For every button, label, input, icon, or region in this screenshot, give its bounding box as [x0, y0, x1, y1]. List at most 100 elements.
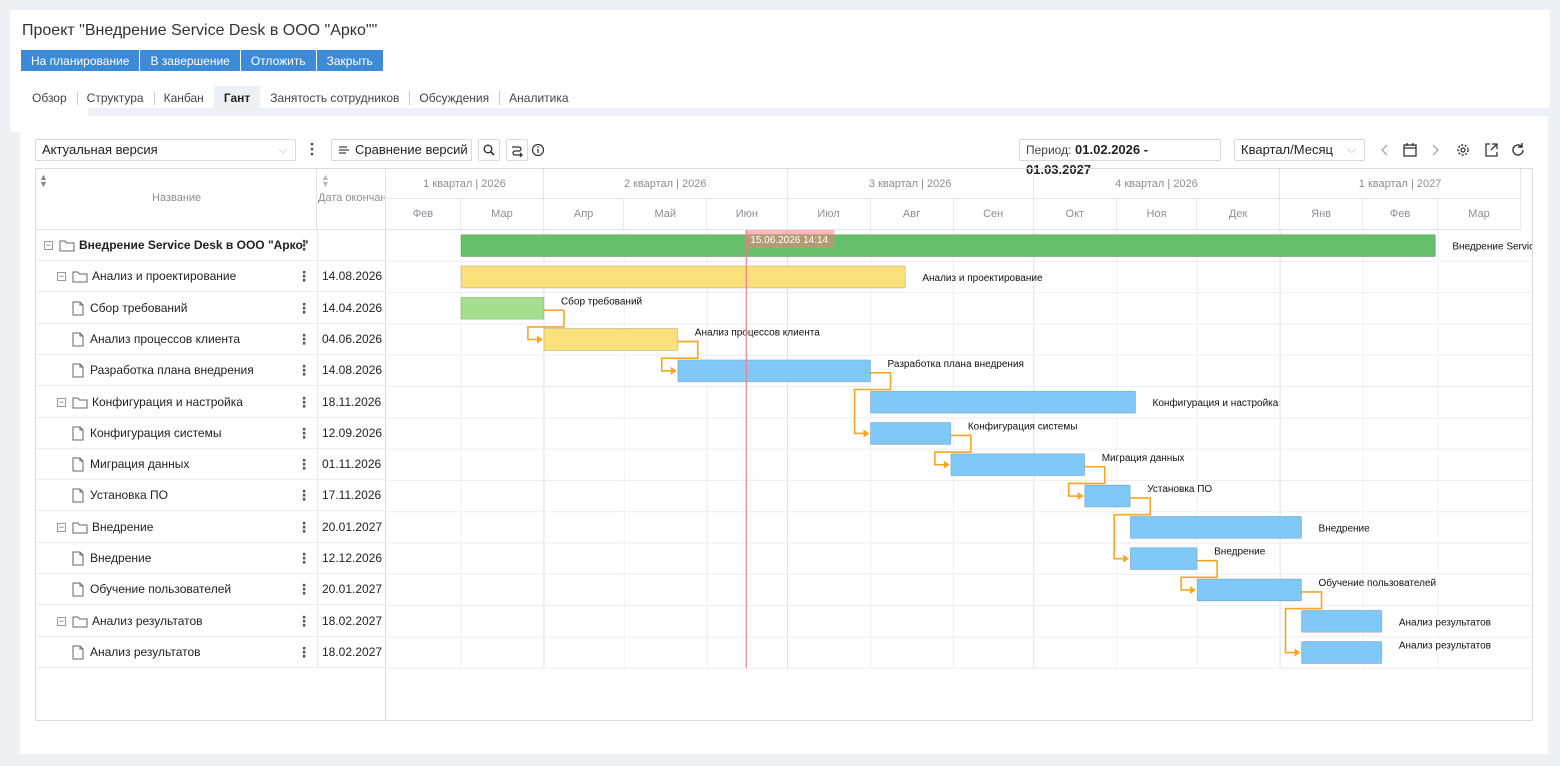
table-row[interactable]: Внедрение ⋮ 12.12.2026	[36, 543, 386, 574]
row-menu-icon[interactable]: ⋮	[297, 324, 311, 355]
collapse-toggle-icon[interactable]: −	[57, 616, 66, 626]
table-row[interactable]: Сбор требований ⋮ 14.04.2026	[36, 293, 386, 324]
table-row[interactable]: − Внедрение ⋮ 20.01.2027	[36, 512, 386, 543]
table-row[interactable]: Анализ результатов ⋮ 18.02.2027	[36, 637, 386, 668]
folder-icon	[72, 269, 88, 288]
task-name[interactable]: Внедрение Service Desk в ООО "Арко"	[79, 230, 309, 261]
tab-workload[interactable]: Занятость сотрудников	[260, 86, 409, 110]
table-row[interactable]: − Конфигурация и настройка ⋮ 18.11.2026	[36, 387, 386, 418]
chevron-right-icon[interactable]	[1430, 139, 1440, 161]
row-menu-icon[interactable]: ⋮	[297, 293, 311, 324]
task-bar-label: Установка ПО	[1147, 484, 1212, 495]
row-menu-icon[interactable]: ⋮	[297, 606, 311, 637]
row-menu-icon[interactable]: ⋮	[297, 449, 311, 480]
calendar-icon[interactable]	[1403, 139, 1417, 161]
task-name[interactable]: Конфигурация и настройка	[92, 387, 243, 418]
row-menu-icon[interactable]: ⋮	[297, 230, 311, 261]
table-row[interactable]: − Анализ и проектирование ⋮ 14.08.2026	[36, 261, 386, 293]
task-bar	[1129, 547, 1198, 571]
task-name[interactable]: Обучение пользователей	[90, 574, 231, 605]
task-bar	[1301, 609, 1383, 633]
task-name[interactable]: Установка ПО	[90, 480, 168, 511]
export-icon[interactable]	[1484, 139, 1498, 161]
sort-arrows-icon[interactable]: ▲ ▼	[39, 173, 48, 189]
task-name[interactable]: Сбор требований	[90, 293, 187, 324]
folder-icon	[72, 520, 88, 539]
task-name[interactable]: Конфигурация системы	[90, 418, 221, 449]
task-bar	[460, 265, 906, 289]
to-completion-button[interactable]: В завершение	[140, 50, 240, 71]
tab-analytics[interactable]: Аналитика	[499, 86, 578, 110]
task-bar-label: Обучение пользователей	[1319, 577, 1437, 589]
task-name[interactable]: Анализ результатов	[92, 606, 203, 637]
more-vertical-icon[interactable]	[309, 138, 315, 160]
sort-arrows-icon[interactable]: ▲ ▼	[321, 173, 330, 189]
chevron-down-icon: ⌵	[278, 144, 287, 156]
links-button[interactable]	[506, 139, 528, 161]
collapse-toggle-icon[interactable]: −	[44, 241, 53, 250]
row-menu-icon[interactable]: ⋮	[297, 512, 311, 543]
collapse-toggle-icon[interactable]: −	[57, 397, 66, 407]
end-date: 18.02.2027	[322, 644, 383, 659]
task-name[interactable]: Анализ и проектирование	[92, 261, 236, 292]
collapse-toggle-icon[interactable]: −	[57, 522, 66, 532]
info-icon[interactable]	[531, 139, 545, 161]
row-menu-icon[interactable]: ⋮	[297, 387, 311, 418]
compare-versions-button[interactable]: Сравнение версий	[331, 139, 472, 161]
refresh-icon[interactable]	[1511, 139, 1525, 161]
table-row[interactable]: Разработка плана внедрения ⋮ 14.08.2026	[36, 355, 386, 387]
table-row[interactable]: Конфигурация системы ⋮ 12.09.2026	[36, 418, 386, 449]
month-header: Апр	[543, 199, 625, 230]
month-header: Июн	[707, 199, 788, 230]
end-date: 18.02.2027	[322, 613, 383, 628]
gear-icon[interactable]	[1456, 139, 1470, 161]
task-name[interactable]: Анализ результатов	[90, 637, 201, 668]
table-row[interactable]: − Анализ результатов ⋮ 18.02.2027	[36, 606, 386, 637]
close-button[interactable]: Закрыть	[316, 50, 383, 71]
task-name[interactable]: Внедрение	[92, 512, 153, 543]
column-header-name[interactable]: ▲ ▼ Название	[36, 169, 317, 230]
task-name[interactable]: Разработка плана внедрения	[90, 355, 254, 386]
month-header: Авг	[870, 199, 954, 230]
to-planning-button[interactable]: На планирование	[21, 50, 140, 71]
tab-discussions[interactable]: Обсуждения	[409, 86, 499, 110]
table-row[interactable]: − Внедрение Service Desk в ООО "Арко" ⋮	[36, 230, 386, 261]
file-icon	[72, 332, 84, 352]
table-row[interactable]: Обучение пользователей ⋮ 20.01.2027	[36, 574, 386, 606]
row-menu-icon[interactable]: ⋮	[297, 355, 311, 386]
task-name[interactable]: Анализ процессов клиента	[90, 324, 240, 355]
collapse-toggle-icon[interactable]: −	[57, 272, 66, 282]
scale-select[interactable]: Квартал/Месяц ⌵	[1234, 139, 1365, 161]
task-name[interactable]: Внедрение	[90, 543, 151, 574]
task-bar	[677, 359, 871, 383]
table-row[interactable]: Установка ПО ⋮ 17.11.2026	[36, 480, 386, 512]
tab-gantt[interactable]: Гант	[213, 86, 261, 110]
scale-select-value: Квартал/Месяц	[1241, 142, 1333, 157]
folder-icon	[59, 238, 75, 257]
row-menu-icon[interactable]: ⋮	[297, 574, 311, 605]
tab-kanban[interactable]: Канбан	[153, 86, 214, 110]
row-menu-icon[interactable]: ⋮	[297, 261, 311, 292]
row-menu-icon[interactable]: ⋮	[297, 543, 311, 574]
table-row[interactable]: Миграция данных ⋮ 01.11.2026	[36, 449, 386, 481]
task-name[interactable]: Миграция данных	[90, 449, 189, 480]
table-row[interactable]: Анализ процессов клиента ⋮ 04.06.2026	[36, 324, 386, 355]
task-bar	[1084, 484, 1131, 508]
column-name-label: Название	[152, 192, 202, 204]
version-select[interactable]: Актуальная версия ⌵	[35, 139, 296, 161]
version-select-value: Актуальная версия	[42, 142, 158, 157]
end-date: 01.11.2026	[322, 457, 382, 472]
row-menu-icon[interactable]: ⋮	[297, 418, 311, 449]
task-bar-label: Сбор требований	[561, 295, 642, 307]
end-date: 12.09.2026	[322, 425, 383, 440]
chevron-left-icon[interactable]	[1380, 139, 1390, 161]
column-header-date[interactable]: ▲▼ Дата окончания	[317, 169, 386, 230]
tab-overview[interactable]: Обзор	[22, 86, 77, 110]
row-menu-icon[interactable]: ⋮	[297, 480, 311, 511]
period-picker[interactable]: Период: 01.02.2026 - 01.03.2027	[1019, 139, 1221, 177]
tab-structure[interactable]: Структура	[76, 86, 154, 110]
task-bar-label: Миграция данных	[1102, 453, 1185, 464]
search-button[interactable]	[478, 139, 500, 161]
postpone-button[interactable]: Отложить	[240, 50, 316, 71]
row-menu-icon[interactable]: ⋮	[297, 637, 311, 668]
